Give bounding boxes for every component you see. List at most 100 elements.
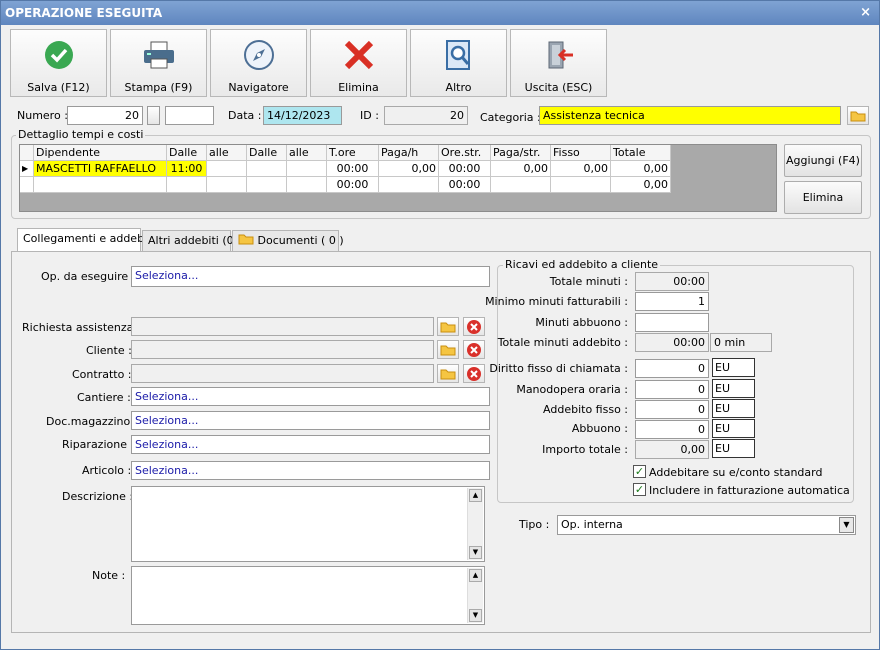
cell[interactable]: 11:00 xyxy=(167,161,207,177)
cell[interactable] xyxy=(167,177,207,193)
docmag-label: Doc.magazzino : xyxy=(46,415,138,428)
folder-icon[interactable] xyxy=(847,106,869,125)
save-button[interactable]: Salva (F12) xyxy=(10,29,107,97)
scroll-up-icon[interactable]: ▲ xyxy=(469,569,482,582)
scroll-down-icon[interactable]: ▼ xyxy=(469,546,482,559)
tipo-select[interactable]: Op. interna ▼ xyxy=(557,515,856,535)
descrizione-textarea[interactable]: ▲ ▼ xyxy=(131,486,485,562)
cell[interactable]: 0,00 xyxy=(379,161,439,177)
col-fisso: Fisso xyxy=(551,145,611,161)
categoria-input[interactable]: Assistenza tecnica xyxy=(539,106,841,125)
cantiere-select[interactable]: Seleziona... xyxy=(131,387,490,406)
window: OPERAZIONE ESEGUITA × Salva (F12) Stampa… xyxy=(0,0,880,650)
articolo-select[interactable]: Seleziona... xyxy=(131,461,490,480)
cell[interactable] xyxy=(207,161,247,177)
docmag-select[interactable]: Seleziona... xyxy=(131,411,490,430)
delete-label: Elimina xyxy=(338,81,379,94)
riparazione-label: Riparazione : xyxy=(62,438,135,451)
cell[interactable]: 00:00 xyxy=(327,161,379,177)
col-tore: T.ore xyxy=(327,145,379,161)
clear-icon[interactable] xyxy=(463,317,485,336)
table-row[interactable]: ▶ MASCETTI RAFFAELLO 11:00 00:00 0,00 00… xyxy=(20,161,671,177)
minimo-input[interactable]: 1 xyxy=(635,292,709,311)
cell[interactable]: 0,00 xyxy=(611,177,671,193)
cell[interactable]: 0,00 xyxy=(491,161,551,177)
tab-documenti-label: Documenti ( 0 ) xyxy=(257,234,344,247)
addebito-input[interactable]: 0 xyxy=(635,400,709,419)
scroll-up-icon[interactable]: ▲ xyxy=(469,489,482,502)
folder-icon[interactable] xyxy=(437,364,459,383)
more-label: Altro xyxy=(445,81,472,94)
currency-label: EU xyxy=(712,419,755,438)
cell[interactable]: MASCETTI RAFFAELLO xyxy=(34,161,167,177)
numero-spin-button[interactable] xyxy=(147,106,160,125)
tab-documenti[interactable]: Documenti ( 0 ) xyxy=(232,230,344,251)
checkbox-fatturazione[interactable]: ✓ xyxy=(633,483,646,496)
table-row[interactable]: 00:00 00:00 0,00 xyxy=(20,177,671,193)
manodopera-label: Manodopera oraria : xyxy=(516,383,628,396)
navigator-button[interactable]: Navigatore xyxy=(210,29,307,97)
scrollbar[interactable]: ▲ ▼ xyxy=(467,488,483,560)
manodopera-input[interactable]: 0 xyxy=(635,380,709,399)
date-input[interactable]: 14/12/2023 xyxy=(263,106,342,125)
cell[interactable] xyxy=(551,177,611,193)
folder-icon[interactable] xyxy=(437,317,459,336)
cell[interactable]: 0,00 xyxy=(551,161,611,177)
col-dalle: Dalle xyxy=(167,145,207,161)
close-icon[interactable]: × xyxy=(860,1,871,25)
totale-minuti-field: 00:00 xyxy=(635,272,709,291)
add-row-button[interactable]: Aggiungi (F4) xyxy=(784,144,862,177)
cliente-label: Cliente : xyxy=(86,344,132,357)
abbuono-input[interactable]: 0 xyxy=(635,420,709,439)
scrollbar[interactable]: ▲ ▼ xyxy=(467,568,483,623)
riparazione-select[interactable]: Seleziona... xyxy=(131,435,490,454)
op-select[interactable]: Seleziona... xyxy=(131,266,490,287)
chevron-down-icon[interactable]: ▼ xyxy=(839,517,854,533)
checkbox-econto[interactable]: ✓ xyxy=(633,465,646,478)
articolo-label: Articolo : xyxy=(82,464,132,477)
exit-button[interactable]: Uscita (ESC) xyxy=(510,29,607,97)
cell[interactable] xyxy=(247,161,287,177)
ricavi-group-title: Ricavi ed addebito a cliente xyxy=(503,258,661,271)
col-alle-2: alle xyxy=(287,145,327,161)
cell[interactable] xyxy=(287,177,327,193)
compass-icon xyxy=(211,38,306,72)
descrizione-label: Descrizione : xyxy=(62,490,134,503)
tab-collegamenti[interactable]: Collegamenti e addebiti xyxy=(17,228,154,252)
diritto-input[interactable]: 0 xyxy=(635,359,709,378)
richiesta-label: Richiesta assistenza : xyxy=(22,321,141,334)
clear-icon[interactable] xyxy=(463,340,485,359)
cell[interactable]: 00:00 xyxy=(439,161,491,177)
more-button[interactable]: Altro xyxy=(410,29,507,97)
cell[interactable]: 0,00 xyxy=(611,161,671,177)
cell[interactable] xyxy=(207,177,247,193)
delete-button[interactable]: Elimina xyxy=(310,29,407,97)
currency-label: EU xyxy=(712,439,755,458)
cell[interactable]: 00:00 xyxy=(327,177,379,193)
col-totale: Totale xyxy=(611,145,671,161)
grid-header: Dipendente Dalle alle Dalle alle T.ore P… xyxy=(20,145,671,161)
print-button[interactable]: Stampa (F9) xyxy=(110,29,207,97)
cell[interactable] xyxy=(491,177,551,193)
scroll-down-icon[interactable]: ▼ xyxy=(469,609,482,622)
cell[interactable] xyxy=(379,177,439,193)
cell[interactable] xyxy=(34,177,167,193)
cell[interactable] xyxy=(247,177,287,193)
numero-input[interactable]: 20 xyxy=(67,106,143,125)
cell[interactable]: 00:00 xyxy=(439,177,491,193)
save-label: Salva (F12) xyxy=(27,81,90,94)
abbuono-min-input[interactable] xyxy=(635,313,709,332)
tipo-label: Tipo : xyxy=(519,518,550,531)
numero-suffix-input[interactable] xyxy=(165,106,214,125)
delete-row-button[interactable]: Elimina xyxy=(784,181,862,214)
folder-icon xyxy=(238,234,254,245)
tab-altri-addebiti[interactable]: Altri addebiti (0) xyxy=(142,230,238,251)
window-title: OPERAZIONE ESEGUITA xyxy=(5,6,163,20)
col-paga-str: Paga/str. xyxy=(491,145,551,161)
details-grid: Dipendente Dalle alle Dalle alle T.ore P… xyxy=(19,144,777,212)
cell[interactable] xyxy=(287,161,327,177)
clear-icon[interactable] xyxy=(463,364,485,383)
folder-icon[interactable] xyxy=(437,340,459,359)
row-indicator xyxy=(20,177,34,193)
note-textarea[interactable]: ▲ ▼ xyxy=(131,566,485,625)
